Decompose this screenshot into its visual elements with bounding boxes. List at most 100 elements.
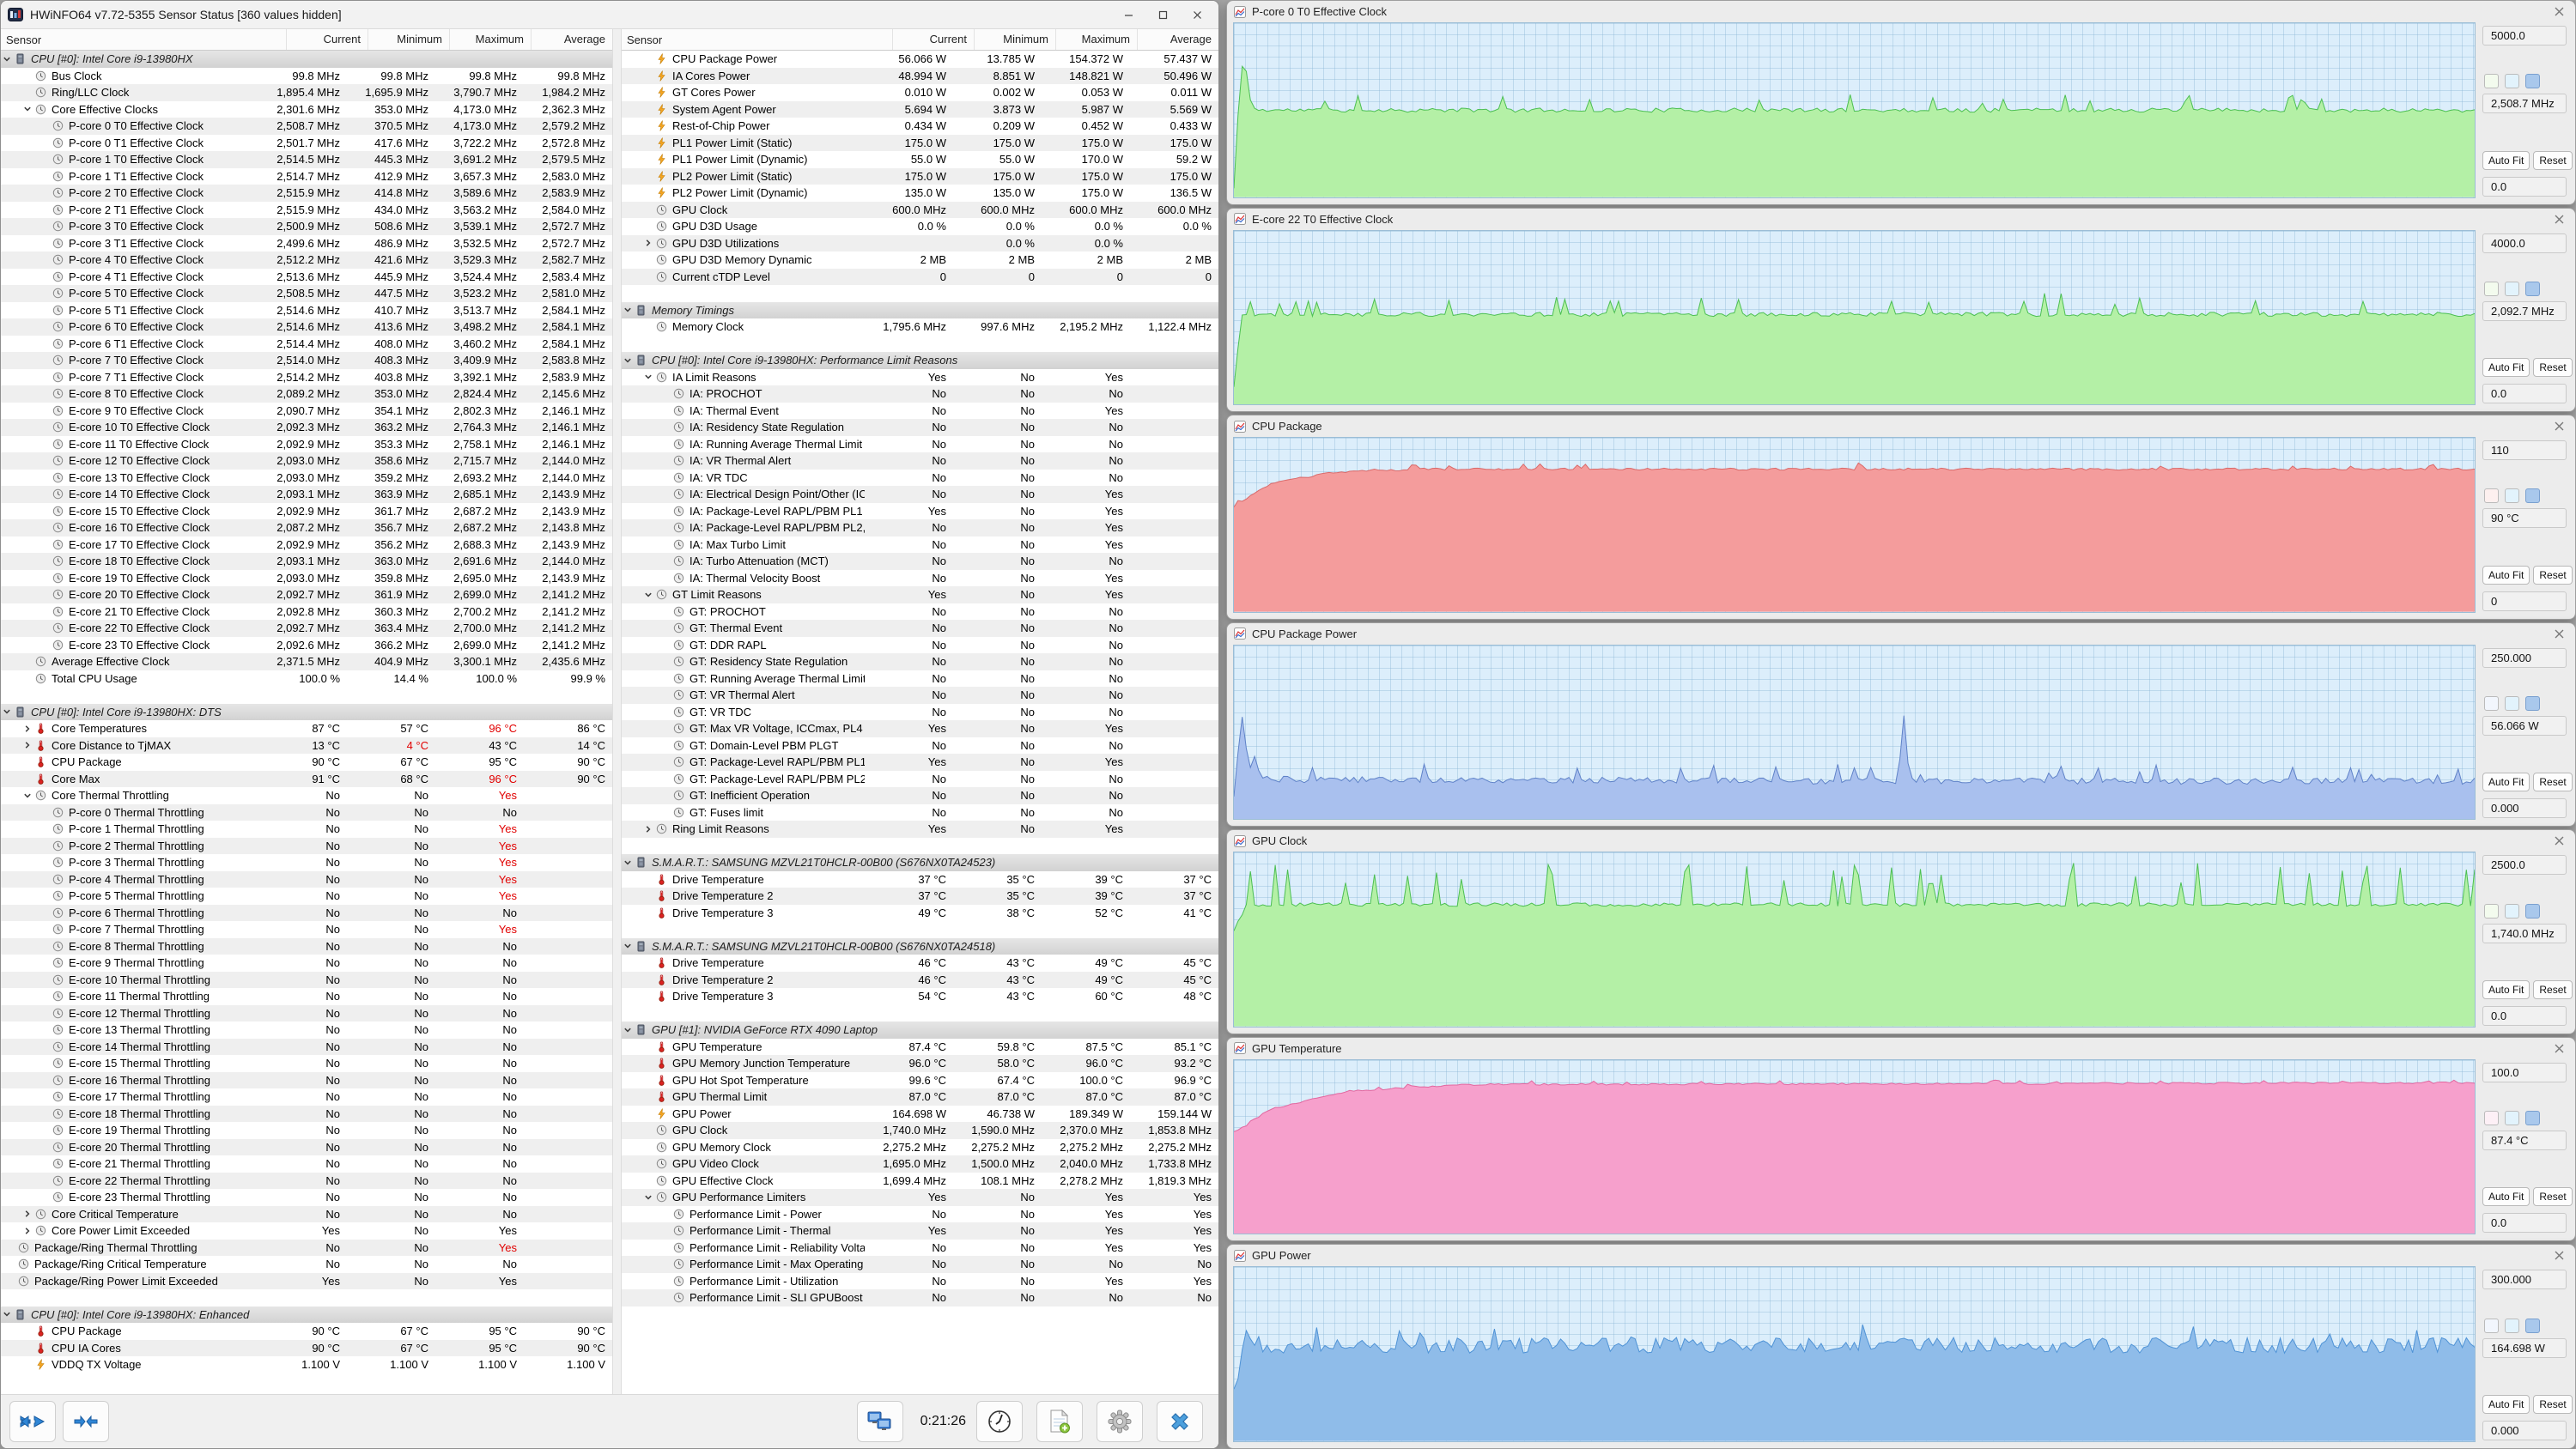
column-average[interactable]: Average bbox=[1137, 29, 1218, 50]
chevron-down-icon[interactable] bbox=[622, 942, 634, 950]
sensor-row[interactable]: Core Power Limit Exceeded Yes No Yes bbox=[1, 1222, 612, 1240]
sensor-row[interactable]: E-core 21 Thermal Throttling No No No bbox=[1, 1155, 612, 1173]
sensor-row[interactable]: GT Limit Reasons Yes No Yes bbox=[622, 586, 1218, 603]
graph-title-bar[interactable]: E-core 22 T0 Effective Clock bbox=[1227, 209, 2575, 230]
sensor-row[interactable]: E-core 21 T0 Effective Clock 2,092.8 MHz 3… bbox=[1, 603, 612, 621]
section-header[interactable]: S.M.A.R.T.: SAMSUNG MZVL21T0HCLR-00B00 (… bbox=[622, 854, 1218, 871]
sensor-row[interactable]: E-core 11 Thermal Throttling No No No bbox=[1, 988, 612, 1005]
close-icon[interactable] bbox=[2549, 210, 2568, 227]
graph-color-swatch[interactable] bbox=[2484, 488, 2499, 504]
sensor-row[interactable]: E-core 17 Thermal Throttling No No No bbox=[1, 1088, 612, 1106]
sensor-row[interactable]: E-core 8 T0 Effective Clock 2,089.2 MHz 35… bbox=[1, 385, 612, 403]
sensor-row[interactable]: E-core 16 Thermal Throttling No No No bbox=[1, 1071, 612, 1088]
grid-color-swatch[interactable] bbox=[2525, 488, 2540, 504]
scale-min-value[interactable]: 0 bbox=[2482, 591, 2567, 611]
close-sensors-button[interactable] bbox=[1157, 1401, 1203, 1442]
sensor-row[interactable]: E-core 12 T0 Effective Clock 2,093.0 MHz 3… bbox=[1, 452, 612, 470]
sensor-row[interactable]: P-core 2 T1 Effective Clock 2,515.9 MHz 43… bbox=[1, 202, 612, 219]
graph-title-bar[interactable]: CPU Package bbox=[1227, 415, 2575, 437]
auto-fit-button[interactable]: Auto Fit bbox=[2482, 979, 2530, 999]
close-icon[interactable] bbox=[1182, 4, 1212, 25]
sensor-row[interactable]: E-core 10 T0 Effective Clock 2,092.3 MHz 3… bbox=[1, 419, 612, 436]
sensor-row[interactable]: IA: Residency State Regulation No No No bbox=[622, 419, 1218, 436]
background-color-swatch[interactable] bbox=[2505, 903, 2519, 919]
scale-min-value[interactable]: 0.0 bbox=[2482, 384, 2567, 404]
scale-max-value[interactable]: 5000.0 bbox=[2482, 26, 2567, 45]
sensor-row[interactable]: Performance Limit - Max Operating Voltag… bbox=[622, 1256, 1218, 1273]
sensor-row[interactable]: E-core 20 T0 Effective Clock 2,092.7 MHz 3… bbox=[1, 586, 612, 603]
sensor-row[interactable]: Core Distance to TjMAX 13 °C 4 °C 43 °C 14 °… bbox=[1, 737, 612, 754]
scale-max-value[interactable]: 110 bbox=[2482, 440, 2567, 461]
sensor-row[interactable]: P-core 6 T1 Effective Clock 2,514.4 MHz 40… bbox=[1, 336, 612, 353]
background-color-swatch[interactable] bbox=[2505, 1111, 2519, 1126]
sensor-row[interactable]: Core Critical Temperature No No No bbox=[1, 1205, 612, 1222]
sensor-row[interactable]: E-core 10 Thermal Throttling No No No bbox=[1, 971, 612, 988]
sensor-row[interactable]: Drive Temperature 3 54 °C 43 °C 60 °C 48 °C bbox=[622, 988, 1218, 1005]
sensor-row[interactable]: GPU Temperature 87.4 °C 59.8 °C 87.5 °C 85.1… bbox=[622, 1039, 1218, 1056]
chevron-down-icon[interactable] bbox=[1, 1310, 13, 1319]
sensor-row[interactable]: E-core 19 T0 Effective Clock 2,093.0 MHz 3… bbox=[1, 570, 612, 587]
background-color-swatch[interactable] bbox=[2505, 488, 2519, 504]
sensor-row[interactable]: E-core 12 Thermal Throttling No No No bbox=[1, 1004, 612, 1022]
chevron-right-icon[interactable] bbox=[642, 239, 654, 247]
sensor-row[interactable]: PL1 Power Limit (Static) 175.0 W 175.0 W 17… bbox=[622, 134, 1218, 151]
sensor-row[interactable]: Package/Ring Power Limit Exceeded Yes No Ye… bbox=[1, 1272, 612, 1289]
clock-button[interactable] bbox=[976, 1401, 1023, 1442]
close-icon[interactable] bbox=[2549, 833, 2568, 850]
panel-divider[interactable] bbox=[612, 29, 622, 1394]
chevron-down-icon[interactable] bbox=[1, 55, 13, 64]
sensor-row[interactable]: GT: Max VR Voltage, ICCmax, PL4 Yes No Yes bbox=[622, 720, 1218, 737]
grid-color-swatch[interactable] bbox=[2525, 281, 2540, 296]
sensor-row[interactable]: Drive Temperature 2 37 °C 35 °C 39 °C 37 °C bbox=[622, 888, 1218, 905]
section-header[interactable]: CPU [#0]: Intel Core i9-13980HX bbox=[1, 51, 612, 68]
sensor-row[interactable]: E-core 18 T0 Effective Clock 2,093.1 MHz 3… bbox=[1, 553, 612, 570]
sensor-row[interactable]: IA: Electrical Design Point/Other (ICCma… bbox=[622, 486, 1218, 503]
sensor-row[interactable]: Performance Limit - Power No No Yes Yes bbox=[622, 1206, 1218, 1223]
sensor-row[interactable]: IA: Running Average Thermal Limit No No No bbox=[622, 436, 1218, 453]
sensor-row[interactable]: E-core 20 Thermal Throttling No No No bbox=[1, 1138, 612, 1155]
sensor-row[interactable]: E-core 23 Thermal Throttling No No No bbox=[1, 1189, 612, 1206]
sensor-row[interactable]: E-core 8 Thermal Throttling No No No bbox=[1, 937, 612, 955]
sensor-row[interactable]: E-core 9 Thermal Throttling No No No bbox=[1, 955, 612, 972]
sensor-row[interactable]: Drive Temperature 3 49 °C 38 °C 52 °C 41 °C bbox=[622, 905, 1218, 922]
scale-max-value[interactable]: 250.000 bbox=[2482, 647, 2567, 668]
graph-title-bar[interactable]: GPU Temperature bbox=[1227, 1038, 2575, 1059]
close-icon[interactable] bbox=[2549, 1247, 2568, 1264]
column-minimum[interactable]: Minimum bbox=[368, 29, 449, 50]
sensor-row[interactable]: P-core 7 T1 Effective Clock 2,514.2 MHz 40… bbox=[1, 369, 612, 386]
sensor-row[interactable]: P-core 7 Thermal Throttling No No Yes bbox=[1, 921, 612, 938]
column-current[interactable]: Current bbox=[892, 29, 974, 50]
report-button[interactable] bbox=[1036, 1401, 1083, 1442]
column-header-mid[interactable]: Sensor Current Minimum Maximum Average bbox=[622, 29, 1218, 51]
sensor-row[interactable]: GT: PROCHOT No No No bbox=[622, 603, 1218, 621]
background-color-swatch[interactable] bbox=[2505, 74, 2519, 89]
sensor-row[interactable]: GPU Performance Limiters Yes No Yes Yes bbox=[622, 1189, 1218, 1206]
sensor-row[interactable]: E-core 17 T0 Effective Clock 2,092.9 MHz 3… bbox=[1, 537, 612, 554]
sensor-row[interactable]: Package/Ring Thermal Throttling No No Yes bbox=[1, 1239, 612, 1256]
sensor-row[interactable]: GPU Thermal Limit 87.0 °C 87.0 °C 87.0 °C 87… bbox=[622, 1088, 1218, 1106]
sensor-row[interactable]: IA: Max Turbo Limit No No Yes bbox=[622, 537, 1218, 554]
section-header[interactable]: GPU [#1]: NVIDIA GeForce RTX 4090 Laptop bbox=[622, 1022, 1218, 1039]
sensor-row[interactable]: IA: PROCHOT No No No bbox=[622, 385, 1218, 403]
sensor-row[interactable]: P-core 6 T0 Effective Clock 2,514.6 MHz 41… bbox=[1, 318, 612, 336]
graph-color-swatch[interactable] bbox=[2484, 903, 2499, 919]
auto-fit-button[interactable]: Auto Fit bbox=[2482, 1395, 2530, 1415]
chevron-down-icon[interactable] bbox=[642, 373, 654, 381]
sensor-row[interactable]: GT: Inefficient Operation No No No bbox=[622, 787, 1218, 804]
sensor-row[interactable]: Memory Clock 1,795.6 MHz 997.6 MHz 2,195.2 … bbox=[622, 318, 1218, 336]
chevron-down-icon[interactable] bbox=[622, 1026, 634, 1034]
graph-title-bar[interactable]: CPU Package Power bbox=[1227, 623, 2575, 645]
auto-fit-button[interactable]: Auto Fit bbox=[2482, 1187, 2530, 1207]
sensor-row[interactable]: GT: DDR RAPL No No No bbox=[622, 637, 1218, 654]
sensor-row[interactable]: E-core 22 T0 Effective Clock 2,092.7 MHz 3… bbox=[1, 620, 612, 637]
settings-gear-button[interactable] bbox=[1097, 1401, 1143, 1442]
scale-min-value[interactable]: 0.0 bbox=[2482, 1213, 2567, 1234]
sensor-row[interactable]: P-core 4 T1 Effective Clock 2,513.6 MHz 44… bbox=[1, 269, 612, 286]
maximize-icon[interactable] bbox=[1148, 4, 1177, 25]
sensor-row[interactable]: Performance Limit - Thermal Yes No Yes Yes bbox=[622, 1222, 1218, 1240]
sensor-row[interactable]: Package/Ring Critical Temperature No No No bbox=[1, 1256, 612, 1273]
sensor-row[interactable]: VDDQ TX Voltage 1.100 V 1.100 V 1.100 V 1.10… bbox=[1, 1356, 612, 1373]
sensor-row[interactable]: Total CPU Usage 100.0 % 14.4 % 100.0 % 99.9 … bbox=[1, 670, 612, 688]
column-maximum[interactable]: Maximum bbox=[1055, 29, 1137, 50]
section-header[interactable]: CPU [#0]: Intel Core i9-13980HX: Perform… bbox=[622, 352, 1218, 369]
